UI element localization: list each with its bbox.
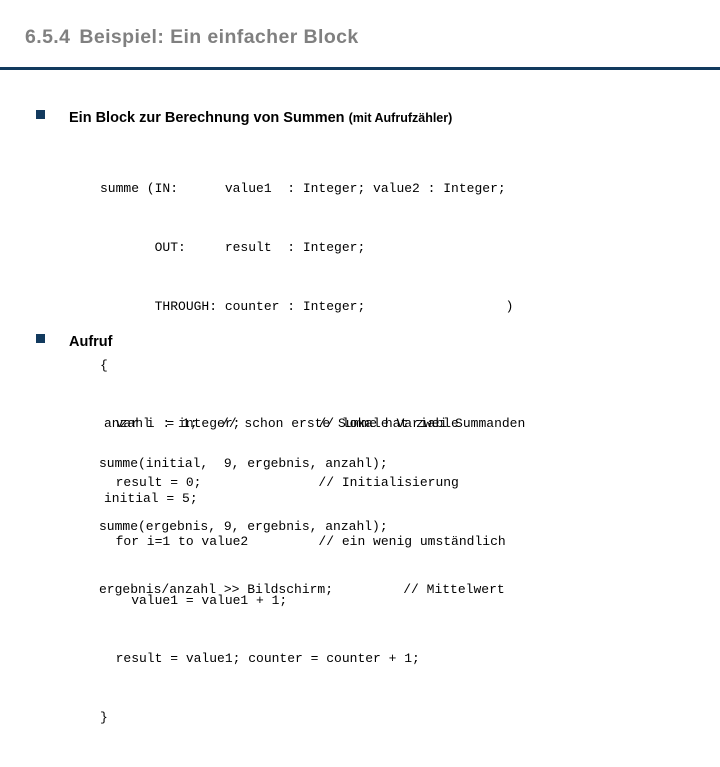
bullet-label-main: Aufruf: [69, 334, 113, 350]
code-line: summe (IN: value1 : Integer; value2 : In…: [100, 181, 506, 197]
code-line: THROUGH: counter : Integer; ): [100, 298, 514, 314]
bullet-label-main: Ein Block zur Berechnung von Summen: [69, 110, 349, 126]
code-line: }: [100, 710, 108, 726]
bullet-label-sub: (mit Aufrufzähler): [348, 111, 453, 125]
title-number: 6.5.4: [25, 26, 71, 48]
bullet-item-block: Ein Block zur Berechnung von Summen (mit…: [36, 110, 452, 126]
title-divider: [0, 67, 720, 70]
code-line: summe(initial, 9, ergebnis, anzahl);: [99, 456, 388, 471]
slide-body: Ein Block zur Berechnung von Summen (mit…: [0, 72, 720, 725]
square-bullet-icon: [36, 334, 45, 343]
bullet-label: Aufruf: [69, 335, 113, 350]
square-bullet-icon: [36, 110, 45, 119]
title-text: Beispiel: Ein einfacher Block: [79, 26, 359, 48]
code-line: OUT: result : Integer;: [100, 239, 366, 255]
slide: 6.5.4 Beispiel: Ein einfacher Block Ein B…: [0, 0, 720, 725]
code-line: result = value1; counter = counter + 1;: [100, 651, 420, 667]
bullet-item-aufruf: Aufruf: [36, 334, 113, 350]
bullet-label: Ein Block zur Berechnung von Summen (mit…: [69, 111, 452, 126]
code-line: ergebnis/anzahl >> Bildschirm; // Mittel…: [99, 582, 505, 597]
code-line: summe(ergebnis, 9, ergebnis, anzahl);: [99, 519, 388, 534]
slide-header: 6.5.4 Beispiel: Ein einfacher Block: [0, 0, 720, 72]
page-title: 6.5.4 Beispiel: Ein einfacher Block: [25, 26, 359, 49]
code-block-call-statements: summe(initial, 9, ergebnis, anzahl); sum…: [99, 411, 505, 642]
